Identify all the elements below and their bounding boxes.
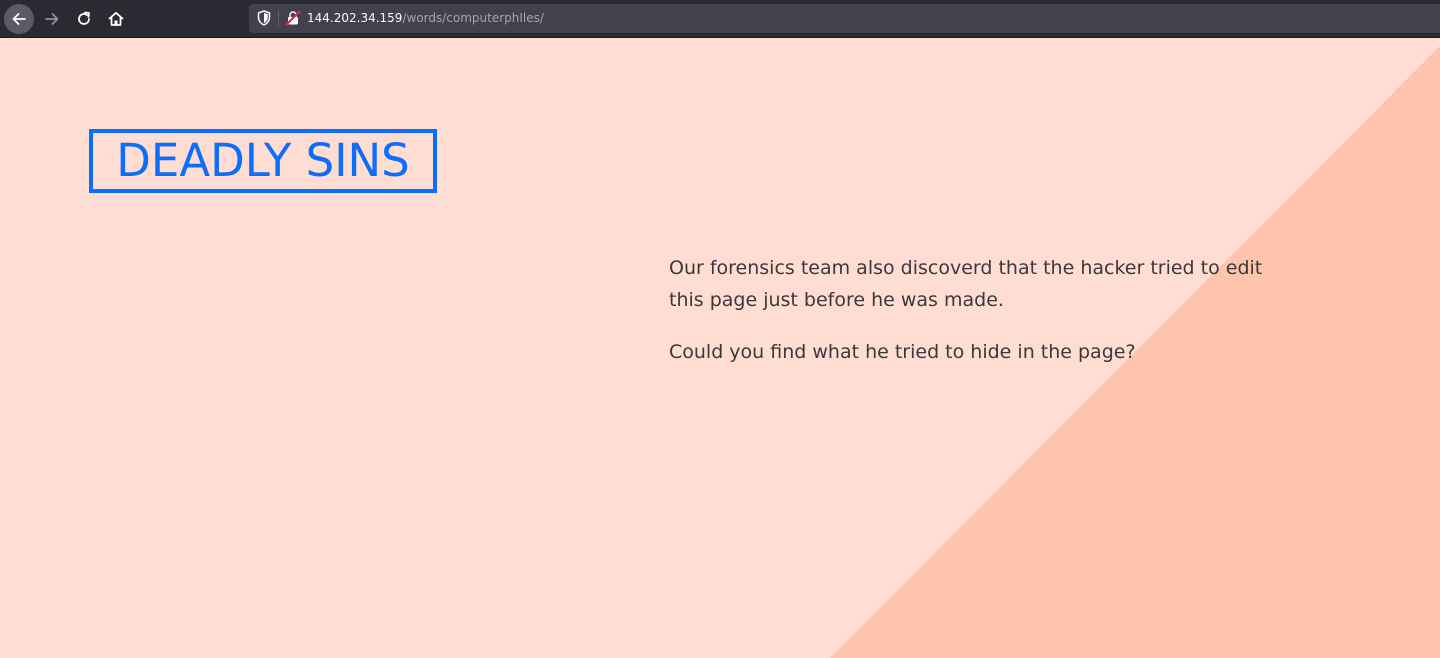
- page-content: Our forensics team also discoverd that t…: [669, 252, 1269, 388]
- url-host: 144.202.34.159: [307, 11, 403, 25]
- address-bar-divider: [278, 10, 279, 27]
- forward-button[interactable]: [37, 4, 67, 34]
- paragraph-forensics: Our forensics team also discoverd that t…: [669, 257, 1263, 311]
- web-page: DEADLY SINS Our forensics team also disc…: [0, 38, 1440, 658]
- insecure-lock-icon[interactable]: [285, 10, 301, 26]
- back-button[interactable]: [4, 4, 34, 34]
- page-title-text: DEADLY SINS: [116, 134, 410, 187]
- arrow-right-icon: [45, 13, 59, 25]
- address-bar[interactable]: 144.202.34.159/words/computerphIles/: [249, 4, 1440, 33]
- home-icon: [108, 11, 124, 26]
- paragraph-question: Could you find what he tried to hide in …: [669, 341, 1136, 363]
- shield-icon[interactable]: [257, 10, 271, 26]
- home-button[interactable]: [101, 4, 131, 34]
- url-path: /words/computerphIles/: [402, 11, 544, 25]
- arrow-left-icon: [12, 13, 26, 25]
- url-text[interactable]: 144.202.34.159/words/computerphIles/: [307, 11, 544, 26]
- page-title: DEADLY SINS: [89, 129, 437, 193]
- reload-button[interactable]: [69, 4, 99, 34]
- browser-toolbar: 144.202.34.159/words/computerphIles/: [0, 0, 1440, 38]
- reload-icon: [78, 11, 90, 25]
